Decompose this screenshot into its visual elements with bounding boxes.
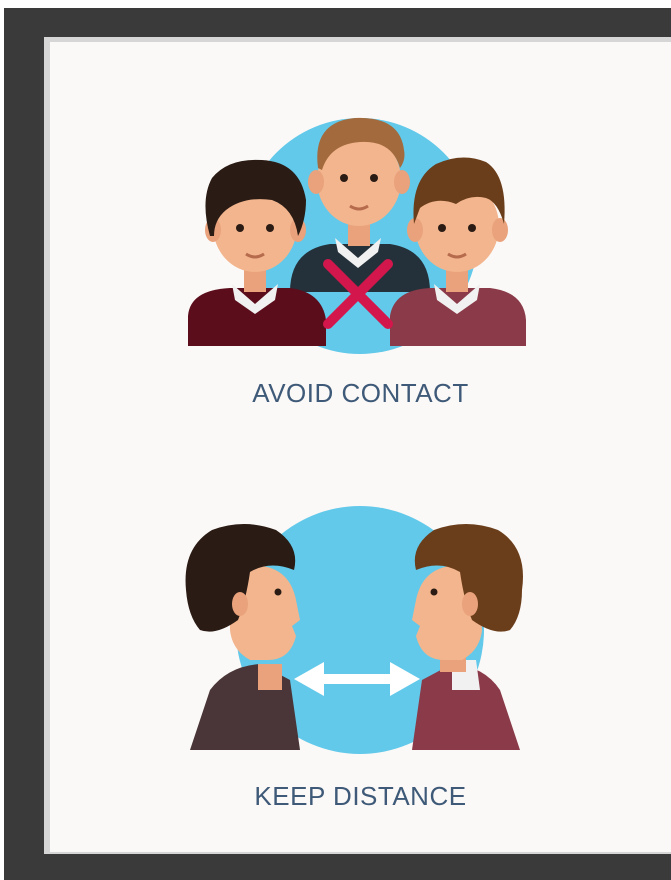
poster-artwork — [185, 117, 526, 754]
left-face — [185, 524, 300, 750]
keep-distance-label: KEEP DISTANCE — [254, 781, 467, 811]
poster: AVOID CONTACT KEEP DISTANCE — [0, 0, 671, 880]
three-people-illustration — [188, 117, 526, 354]
two-faces-illustration — [185, 506, 523, 754]
right-face — [412, 524, 523, 750]
avoid-contact-label: AVOID CONTACT — [252, 378, 469, 408]
